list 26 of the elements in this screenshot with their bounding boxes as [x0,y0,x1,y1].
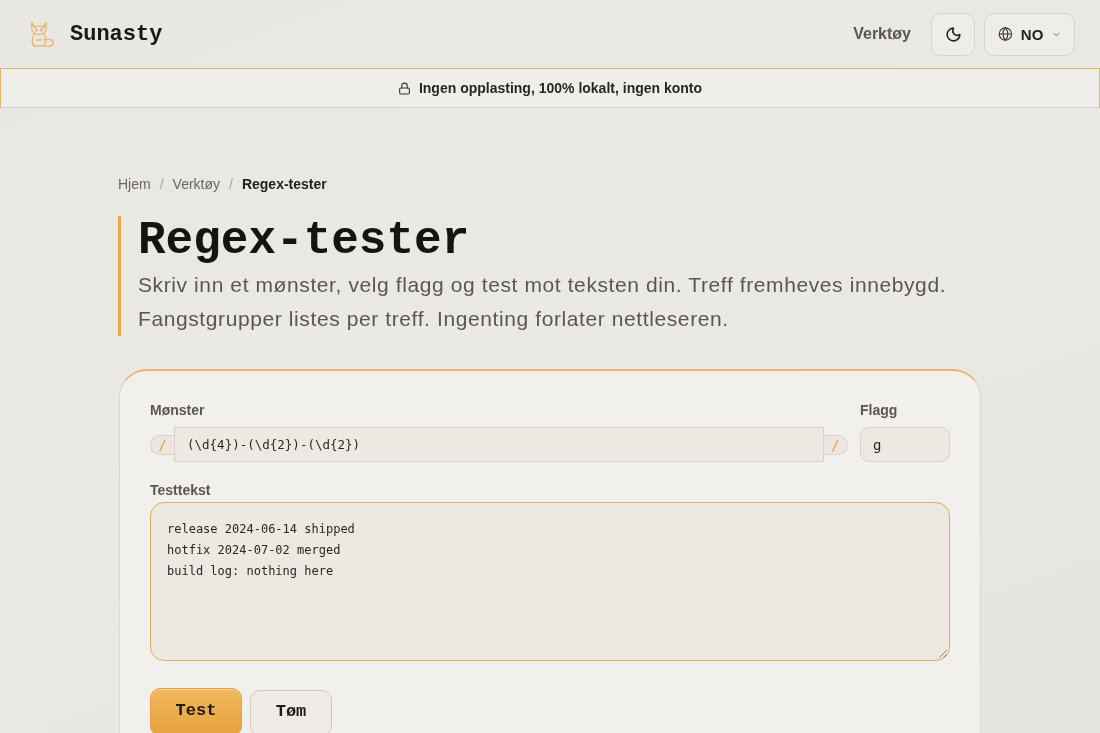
page-description: Skriv inn et mønster, velg flagg og test mot teksten din. Treff fremheves innebygd. Fangstgrupper listes per treff. Ingenting forlater nettleseren. [138,272,948,332]
lock-icon [397,81,411,95]
breadcrumb-link[interactable]: Hjem [118,174,151,194]
brand-name: Sunasty [70,21,163,47]
field-label: Testtekst [150,481,212,500]
moon-icon [944,25,962,43]
theme-toggle-button[interactable] [931,12,975,56]
globe-icon [998,25,1013,43]
delimiter-pill: / [150,434,174,455]
field-label: Mønster [150,401,206,420]
test-text-field[interactable]: release 2024-06-14 shipped hotfix 2024-07-02 merged build log: nothing here [150,502,950,661]
flags-field[interactable]: g [860,427,950,462]
resize-grip-icon[interactable] [939,650,947,658]
page-title: Regex-tester [138,216,471,266]
field-label: Flagg [860,401,899,420]
breadcrumb-separator: / [159,175,164,194]
test-button[interactable]: Test [150,688,242,733]
breadcrumb-current-page: Regex-tester [241,175,327,194]
pattern-field[interactable]: (\d{4})-(\d{2})-(\d{2}) [174,427,824,462]
clear-button[interactable]: Tøm [250,690,332,733]
nav-link[interactable]: Verktøy [853,25,911,43]
delimiter-pill: / [824,434,848,455]
banner-text: Ingen opplasting, 100% lokalt, ingen konto [418,80,703,96]
breadcrumb-separator: / [229,175,233,194]
language-button[interactable]: NO [984,12,1075,56]
breadcrumb-link[interactable]: Verktøy [172,174,221,194]
